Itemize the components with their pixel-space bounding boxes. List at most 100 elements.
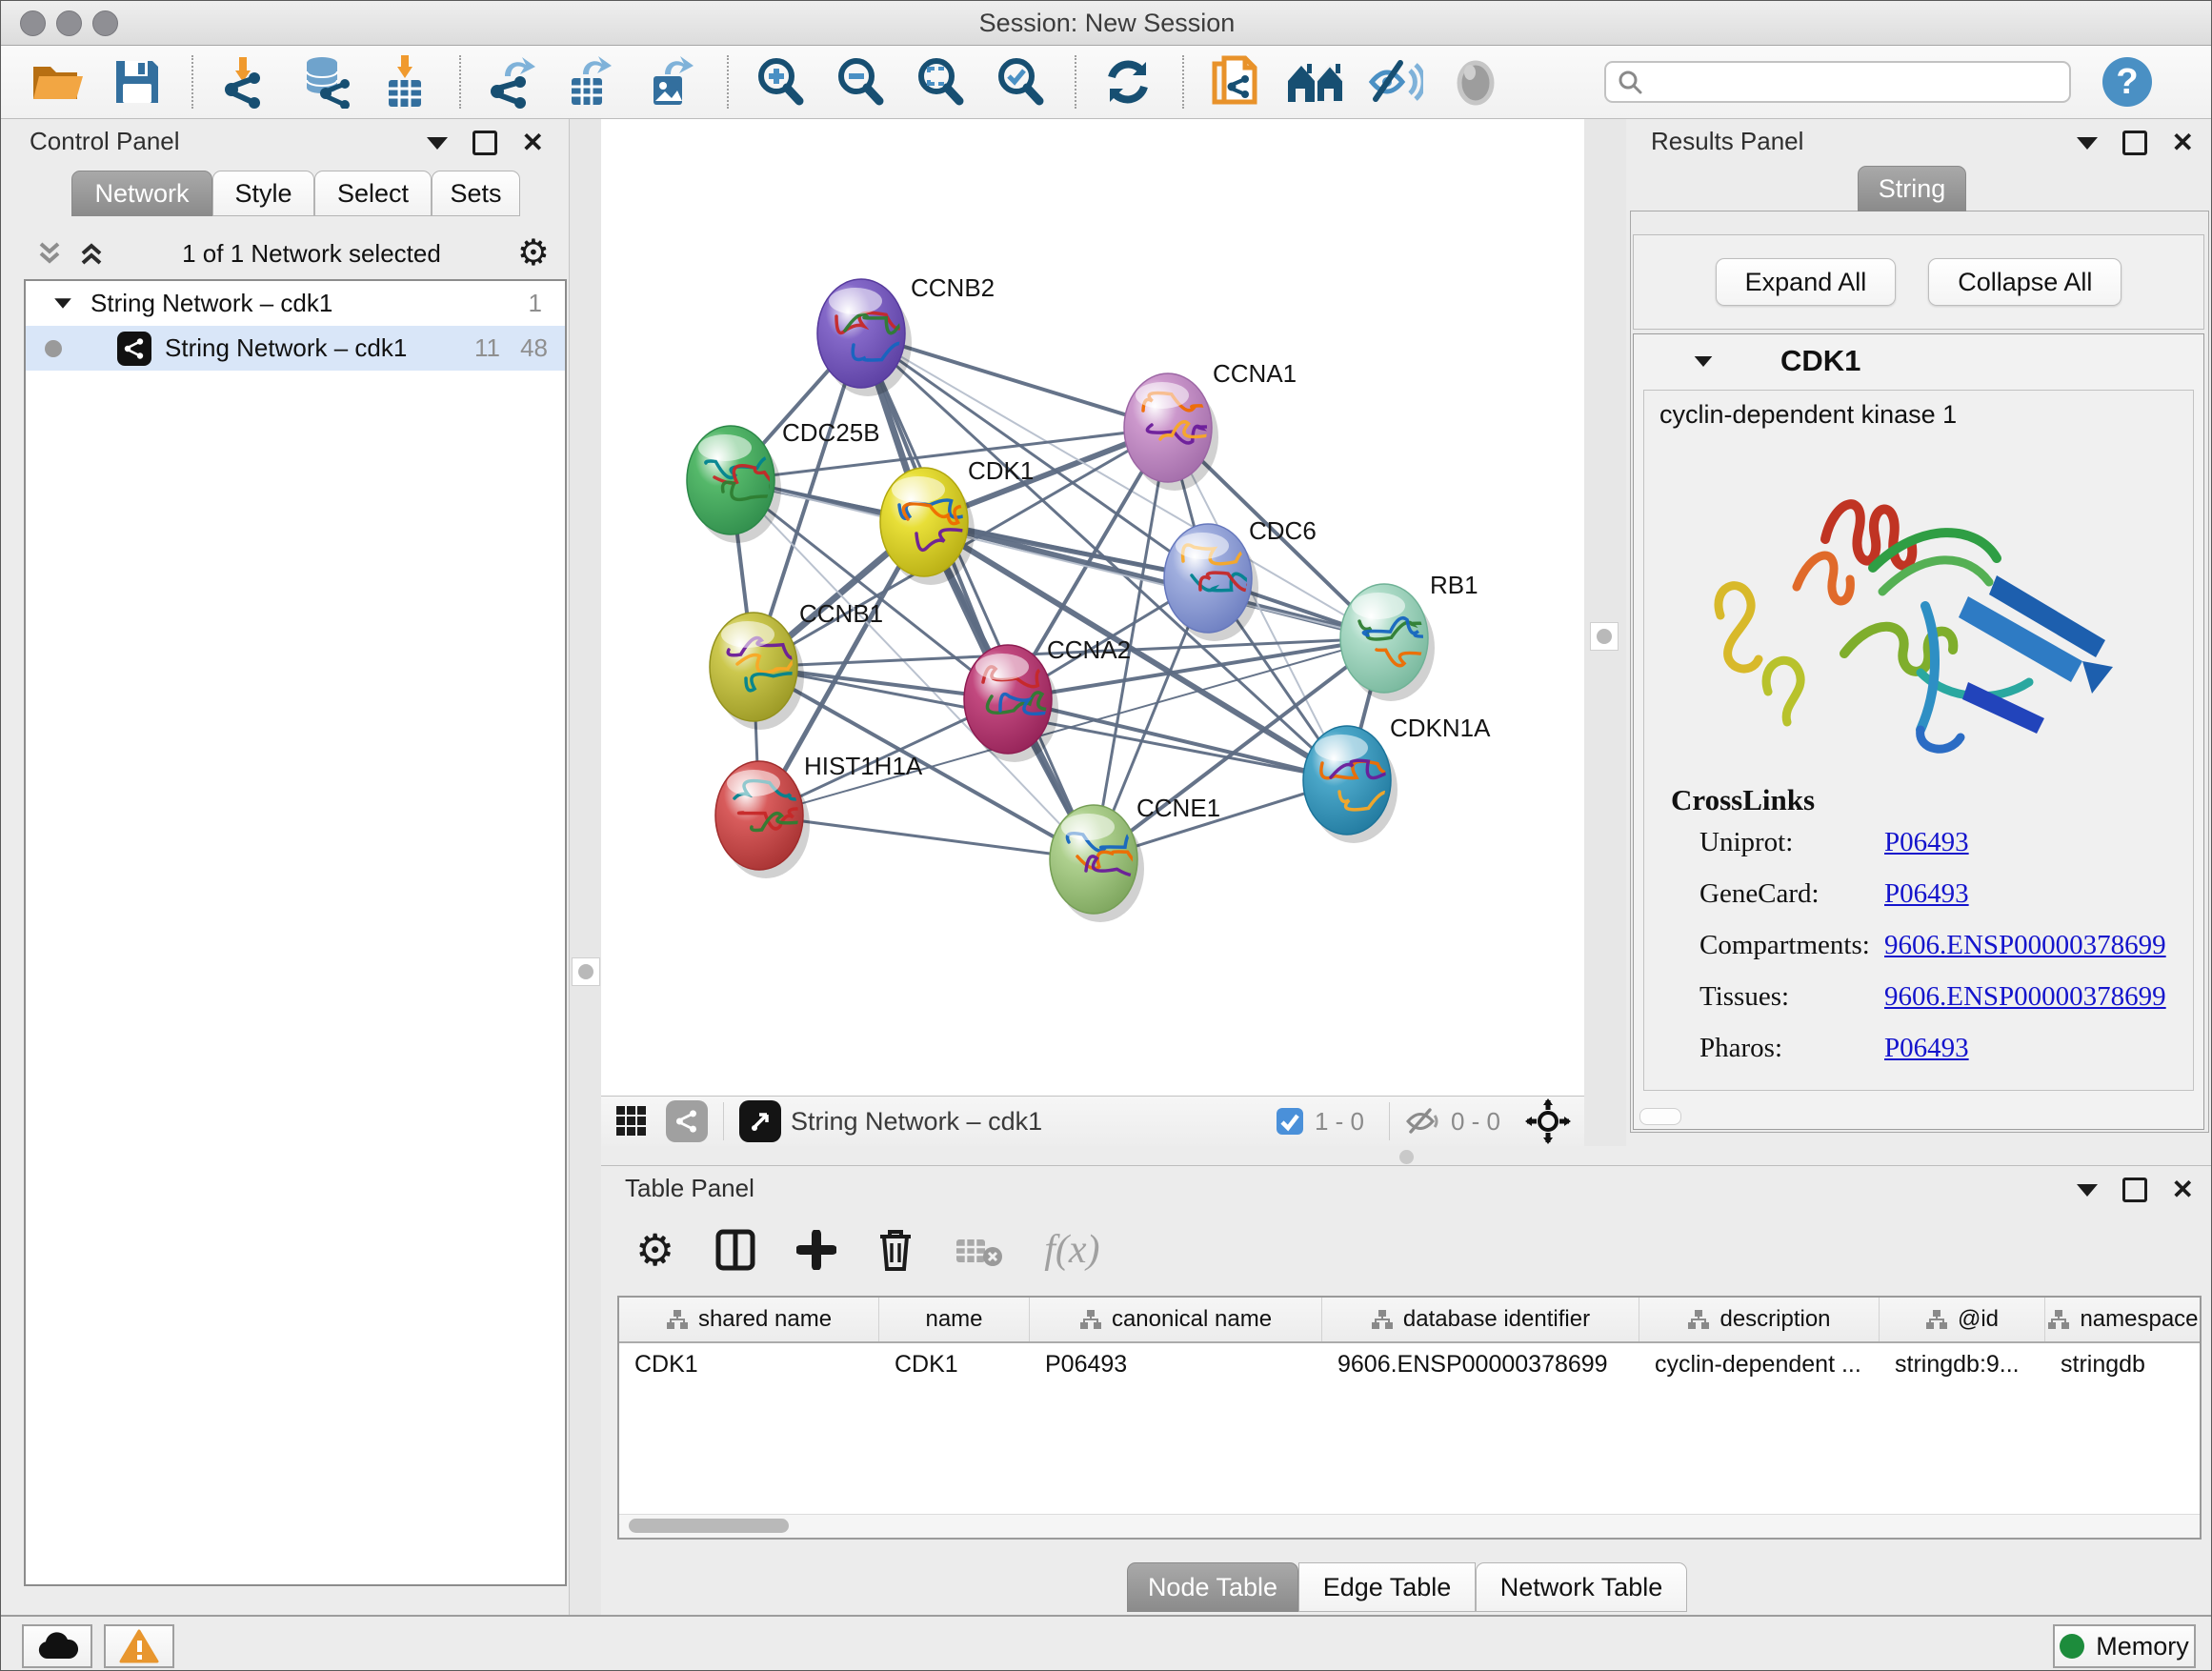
- birdseye-view-button[interactable]: [739, 1100, 781, 1142]
- column-header-canonical-name[interactable]: canonical name: [1030, 1298, 1322, 1341]
- share-network-button[interactable]: [666, 1100, 708, 1142]
- zoom-in-button[interactable]: [749, 51, 812, 112]
- delete-column-trash-icon[interactable]: [876, 1227, 915, 1273]
- crosslink-link[interactable]: 9606.ENSP00000378699: [1884, 930, 2166, 961]
- import-network-file-button[interactable]: [213, 51, 276, 112]
- table-cell[interactable]: stringdb: [2045, 1343, 2202, 1385]
- show-columns-icon[interactable]: [714, 1228, 756, 1272]
- column-type-icon: [1371, 1308, 1394, 1331]
- memory-button-label: Memory: [2096, 1632, 2189, 1661]
- refresh-view-button[interactable]: [1096, 51, 1159, 112]
- network-selection-summary: 1 of 1 Network selected: [106, 239, 517, 269]
- right-splitter-grip[interactable]: [1590, 622, 1619, 651]
- column-header--id[interactable]: @id: [1880, 1298, 2045, 1341]
- table-cell[interactable]: cyclin-dependent ...: [1639, 1343, 1880, 1385]
- crosslink-link[interactable]: P06493: [1884, 827, 1969, 858]
- network-row[interactable]: String Network – cdk1 11 48: [26, 326, 565, 371]
- fit-selected-crosshair-icon[interactable]: [1525, 1098, 1571, 1144]
- tab-string[interactable]: String: [1858, 166, 1966, 211]
- tab-network-table[interactable]: Network Table: [1476, 1562, 1687, 1612]
- table-splitter-grip[interactable]: [1399, 1150, 1414, 1164]
- memory-button[interactable]: Memory: [2053, 1624, 2196, 1668]
- crosslink-link[interactable]: 9606.ENSP00000378699: [1884, 981, 2166, 1013]
- results-hscroll-thumb[interactable]: [1639, 1108, 1681, 1125]
- export-image-button[interactable]: [641, 51, 704, 112]
- results-panel-close-icon[interactable]: ✕: [2172, 133, 2194, 152]
- left-splitter-grip[interactable]: [572, 957, 600, 986]
- table-toolbar: ⚙ f(x): [601, 1206, 2212, 1294]
- hide-glass-button[interactable]: [1364, 51, 1427, 112]
- tab-node-table[interactable]: Node Table: [1127, 1562, 1298, 1612]
- table-panel-float-icon[interactable]: [2122, 1178, 2147, 1202]
- zoom-selected-icon: [994, 55, 1047, 109]
- network-canvas-container: CCNB2CCNA1CDC25BCDK1CDC6RB1CCNB1CCNA2CDK…: [601, 119, 1584, 1146]
- tab-style[interactable]: Style: [212, 171, 314, 216]
- table-hscroll-thumb[interactable]: [629, 1519, 789, 1533]
- table-cell[interactable]: P06493: [1030, 1343, 1322, 1385]
- import-table-button[interactable]: [373, 51, 436, 112]
- show-glass-button-disabled[interactable]: [1444, 51, 1507, 112]
- share-document-button[interactable]: [1204, 51, 1267, 112]
- table-cell[interactable]: 9606.ENSP00000378699: [1322, 1343, 1639, 1385]
- table-hscrollbar[interactable]: [619, 1514, 2200, 1538]
- crosslink-link[interactable]: P06493: [1884, 878, 1969, 910]
- export-table-button[interactable]: [561, 51, 624, 112]
- column-header-database-identifier[interactable]: database identifier: [1322, 1298, 1639, 1341]
- column-header-namespace[interactable]: namespace: [2045, 1298, 2202, 1341]
- export-network-button[interactable]: [481, 51, 544, 112]
- cloud-status-button[interactable]: [22, 1624, 92, 1668]
- help-button[interactable]: ?: [2096, 51, 2159, 112]
- tab-select[interactable]: Select: [314, 171, 432, 216]
- open-session-button[interactable]: [26, 51, 89, 112]
- control-panel-close-icon[interactable]: ✕: [522, 133, 544, 152]
- string-home-button[interactable]: [1284, 51, 1347, 112]
- network-canvas[interactable]: CCNB2CCNA1CDC25BCDK1CDC6RB1CCNB1CCNA2CDK…: [601, 119, 1584, 1096]
- expand-all-icon[interactable]: [77, 240, 106, 267]
- results-scroll-area: CDK1 cyclin-dependent kinase 1: [1633, 333, 2204, 1130]
- control-panel-float-icon[interactable]: [473, 131, 497, 155]
- selected-checkbox-icon[interactable]: [1275, 1106, 1305, 1137]
- zoom-selected-button[interactable]: [989, 51, 1052, 112]
- save-session-button[interactable]: [106, 51, 169, 112]
- grid-view-icon[interactable]: [614, 1104, 649, 1138]
- right-splitter[interactable]: [1584, 119, 1629, 1146]
- tab-network[interactable]: Network: [71, 171, 212, 216]
- column-header-name[interactable]: name: [879, 1298, 1030, 1341]
- crosslink-label: Uniprot:: [1699, 827, 1793, 858]
- table-row[interactable]: CDK1CDK1P064939606.ENSP00000378699cyclin…: [619, 1343, 2200, 1385]
- table-splitter[interactable]: [601, 1146, 2212, 1165]
- table-cell[interactable]: CDK1: [879, 1343, 1030, 1385]
- left-splitter[interactable]: [569, 119, 603, 1615]
- results-panel-float-icon[interactable]: [2122, 131, 2147, 155]
- export-image-icon: [646, 55, 699, 109]
- table-options-gear-icon[interactable]: ⚙: [635, 1228, 674, 1272]
- crosslink-link[interactable]: P06493: [1884, 1033, 1969, 1064]
- column-header-shared-name[interactable]: shared name: [619, 1298, 879, 1341]
- zoom-in-icon: [754, 55, 807, 109]
- zoom-fit-button[interactable]: [909, 51, 972, 112]
- network-collection-row[interactable]: String Network – cdk1 1: [26, 281, 565, 326]
- network-options-gear-icon[interactable]: ⚙: [517, 235, 550, 272]
- tab-sets[interactable]: Sets: [432, 171, 520, 216]
- results-panel-menu-arrow-icon[interactable]: [2077, 137, 2098, 150]
- collapse-all-icon[interactable]: [35, 240, 64, 267]
- table-cell[interactable]: CDK1: [619, 1343, 879, 1385]
- entry-collapse-arrow-icon[interactable]: [1695, 355, 1713, 366]
- search-input[interactable]: [1642, 68, 2046, 96]
- collapse-all-button[interactable]: Collapse All: [1928, 258, 2122, 306]
- zoom-out-button[interactable]: [829, 51, 892, 112]
- title-bar: Session: New Session: [1, 1, 2212, 46]
- column-header-description[interactable]: description: [1639, 1298, 1880, 1341]
- control-panel: Control Panel ✕ Network Style Select Set…: [1, 119, 569, 1615]
- warnings-button[interactable]: [104, 1624, 174, 1668]
- expand-all-button[interactable]: Expand All: [1716, 258, 1897, 306]
- create-column-plus-icon[interactable]: [796, 1230, 836, 1270]
- table-cell[interactable]: stringdb:9...: [1880, 1343, 2045, 1385]
- import-network-database-button[interactable]: [293, 51, 356, 112]
- tree-expander-icon[interactable]: [54, 298, 71, 308]
- table-panel-close-icon[interactable]: ✕: [2172, 1180, 2194, 1199]
- crosslink-label: Pharos:: [1699, 1033, 1782, 1064]
- table-panel-menu-arrow-icon[interactable]: [2077, 1184, 2098, 1197]
- control-panel-menu-arrow-icon[interactable]: [427, 137, 448, 150]
- tab-edge-table[interactable]: Edge Table: [1298, 1562, 1476, 1612]
